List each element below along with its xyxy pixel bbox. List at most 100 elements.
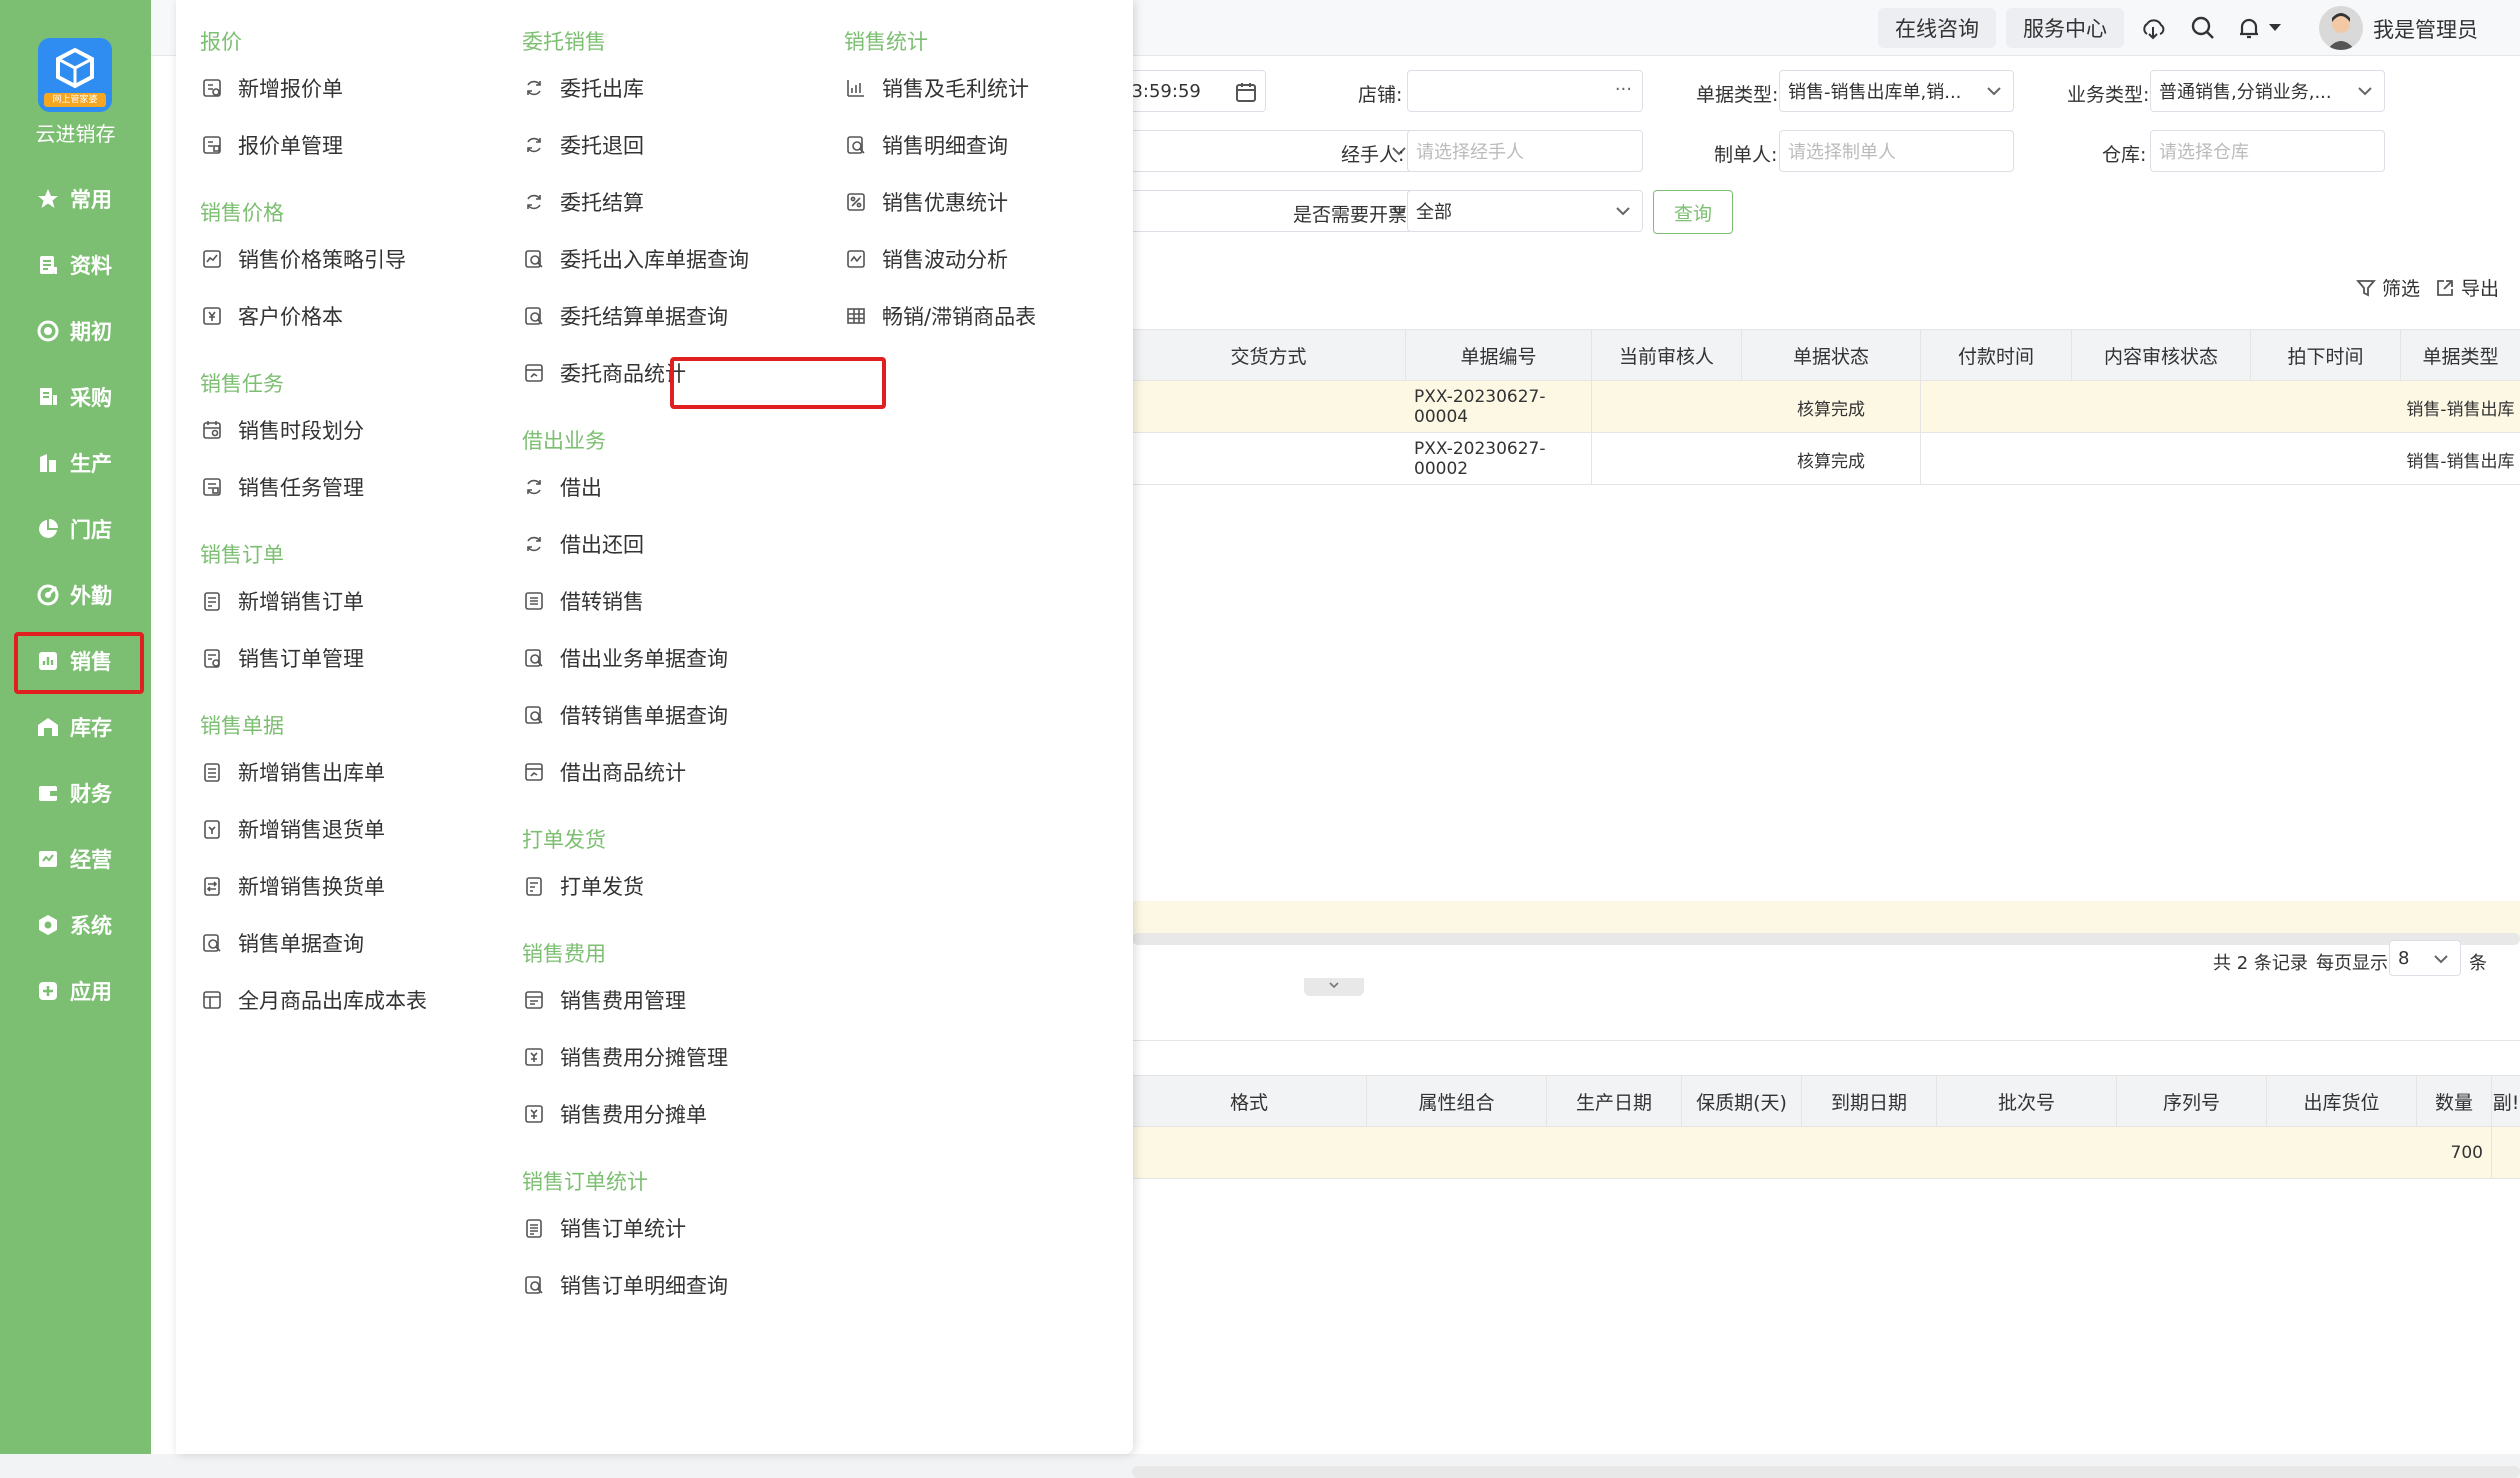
menu-item[interactable]: 销售波动分析: [844, 244, 1008, 274]
menu-item[interactable]: 销售费用分摊单: [522, 1099, 707, 1129]
warehouse-input[interactable]: 请选择仓库: [2150, 130, 2385, 172]
menu-section-title: 销售单据: [200, 714, 284, 738]
table-row[interactable]: PXX-20230627-00004 核算完成 销售-销售出库: [1132, 381, 2520, 433]
warehouse-label: 仓库:: [2102, 144, 2147, 166]
discount-icon: [844, 190, 868, 214]
collapse-handle[interactable]: [1304, 978, 1364, 996]
menu-item[interactable]: 新增销售订单: [200, 586, 364, 616]
sidebar-item-13[interactable]: 应用: [14, 965, 142, 1017]
menu-item[interactable]: 借出业务单据查询: [522, 643, 728, 673]
menu-item-label: 销售费用管理: [560, 989, 686, 1013]
menu-item[interactable]: 销售费用管理: [522, 985, 686, 1015]
bell-icon[interactable]: [2233, 12, 2265, 44]
search-icon[interactable]: [2187, 12, 2219, 44]
sidebar-item-11[interactable]: 经营: [14, 833, 142, 885]
cell-doc-no: PXX-20230627-00004: [1406, 381, 1592, 433]
menu-item[interactable]: 新增销售换货单: [200, 871, 385, 901]
sidebar-item-5[interactable]: 生产: [14, 437, 142, 489]
menu-item[interactable]: 销售订单明细查询: [522, 1270, 728, 1300]
menu-item[interactable]: 借出还回: [522, 529, 644, 559]
sidebar-item-6[interactable]: 门店: [14, 503, 142, 555]
horizontal-scrollbar[interactable]: [1132, 933, 2520, 945]
menu-item[interactable]: 新增销售出库单: [200, 757, 385, 787]
sidebar-item-7[interactable]: 外勤: [14, 569, 142, 621]
filter-button[interactable]: 筛选: [2356, 274, 2420, 301]
menu-item[interactable]: 借转销售: [522, 586, 644, 616]
table-row[interactable]: 700: [1132, 1127, 2520, 1179]
menu-item[interactable]: 客户价格本: [200, 301, 343, 331]
menu-item[interactable]: 委托结算: [522, 187, 644, 217]
service-center-button[interactable]: 服务中心: [2006, 8, 2124, 48]
handler-input[interactable]: 请选择经手人: [1407, 130, 1643, 172]
menu-item[interactable]: 销售时段划分: [200, 415, 364, 445]
store-select[interactable]: ···: [1407, 70, 1643, 112]
sidebar-item-9[interactable]: 库存: [14, 701, 142, 753]
query-button[interactable]: 查询: [1653, 190, 1733, 234]
bar-chart-icon: [844, 76, 868, 100]
doc-type-select[interactable]: 销售-销售出库单,销...: [1779, 70, 2014, 112]
menu-item[interactable]: 借出: [522, 472, 602, 502]
biz-type-label: 业务类型:: [2067, 84, 2150, 106]
menu-item[interactable]: 销售单据查询: [200, 928, 364, 958]
menu-item-label: 销售单据查询: [238, 932, 364, 956]
sidebar-item-2[interactable]: 资料: [14, 239, 142, 291]
menu-item[interactable]: 委托退回: [522, 130, 644, 160]
menu-item[interactable]: 销售价格策略引导: [200, 244, 406, 274]
sidebar-item-12[interactable]: 系统: [14, 899, 142, 951]
date-range-end[interactable]: 23:59:59: [1111, 70, 1266, 112]
menu-item-label: 新增销售换货单: [238, 875, 385, 899]
online-consult-button[interactable]: 在线咨询: [1878, 8, 1996, 48]
menu-item[interactable]: 借转销售单据查询: [522, 700, 728, 730]
menu-item[interactable]: 委托出入库单据查询: [522, 244, 749, 274]
menu-item[interactable]: 全月商品出库成本表: [200, 985, 427, 1015]
export-button[interactable]: 导出: [2435, 274, 2499, 301]
maker-input[interactable]: 请选择制单人: [1779, 130, 2014, 172]
menu-item[interactable]: 新增报价单: [200, 73, 343, 103]
sidebar-item-1[interactable]: 常用: [14, 173, 142, 225]
caret-down-icon[interactable]: [2265, 12, 2285, 44]
menu-item[interactable]: 销售订单统计: [522, 1213, 686, 1243]
sidebar-item-4[interactable]: 采购: [14, 371, 142, 423]
cube-icon: [56, 47, 94, 89]
menu-item[interactable]: 委托出库: [522, 73, 644, 103]
biz-type-select[interactable]: 普通销售,分销业务,...: [2150, 70, 2385, 112]
menu-item[interactable]: 打单发货: [522, 871, 644, 901]
menu-item-label: 借出: [560, 476, 602, 500]
menu-item-label: 销售明细查询: [882, 134, 1008, 158]
menu-item-label: 委托结算: [560, 191, 644, 215]
user-name[interactable]: 我是管理员: [2373, 14, 2478, 44]
menu-item[interactable]: 报价单管理: [200, 130, 343, 160]
menu-item[interactable]: 借出商品统计: [522, 757, 686, 787]
target-icon: [36, 319, 60, 343]
menu-item-label: 新增销售订单: [238, 590, 364, 614]
cell-doc-type: 销售-销售出库: [2406, 399, 2515, 420]
menu-item[interactable]: 销售及毛利统计: [844, 73, 1029, 103]
invoice-select[interactable]: 全部: [1407, 190, 1643, 232]
expense-icon: [522, 988, 546, 1012]
menu-item[interactable]: 销售订单管理: [200, 643, 364, 673]
cell-qty: 700: [2417, 1127, 2492, 1179]
sidebar-item-label: 系统: [70, 914, 112, 938]
order-stats-icon: [522, 1216, 546, 1240]
sidebar-item-3[interactable]: 期初: [14, 305, 142, 357]
menu-item[interactable]: 销售费用分摊管理: [522, 1042, 728, 1072]
table-row[interactable]: PXX-20230627-00002 核算完成 销售-销售出库: [1132, 433, 2520, 485]
more-icon[interactable]: ···: [1615, 79, 1632, 100]
cloud-download-icon[interactable]: [2137, 12, 2169, 44]
allocation-icon: [522, 1102, 546, 1126]
per-page-select[interactable]: 8: [2389, 940, 2461, 976]
menu-item-label: 客户价格本: [238, 305, 343, 329]
menu-item-label: 借转销售单据查询: [560, 704, 728, 728]
avatar[interactable]: [2319, 6, 2363, 50]
menu-item[interactable]: 新增销售退货单: [200, 814, 385, 844]
menu-item[interactable]: 销售任务管理: [200, 472, 364, 502]
menu-item[interactable]: 销售优惠统计: [844, 187, 1008, 217]
sidebar-item-10[interactable]: 财务: [14, 767, 142, 819]
doc-search-icon: [200, 931, 224, 955]
menu-item[interactable]: 销售明细查询: [844, 130, 1008, 160]
menu-item[interactable]: 委托结算单据查询: [522, 301, 728, 331]
menu-item[interactable]: 委托商品统计: [522, 358, 686, 388]
col-attr-combo: 属性组合: [1367, 1076, 1547, 1126]
detail-horizontal-scrollbar[interactable]: [1132, 1466, 2520, 1478]
menu-item[interactable]: 畅销/滞销商品表: [844, 301, 1036, 331]
